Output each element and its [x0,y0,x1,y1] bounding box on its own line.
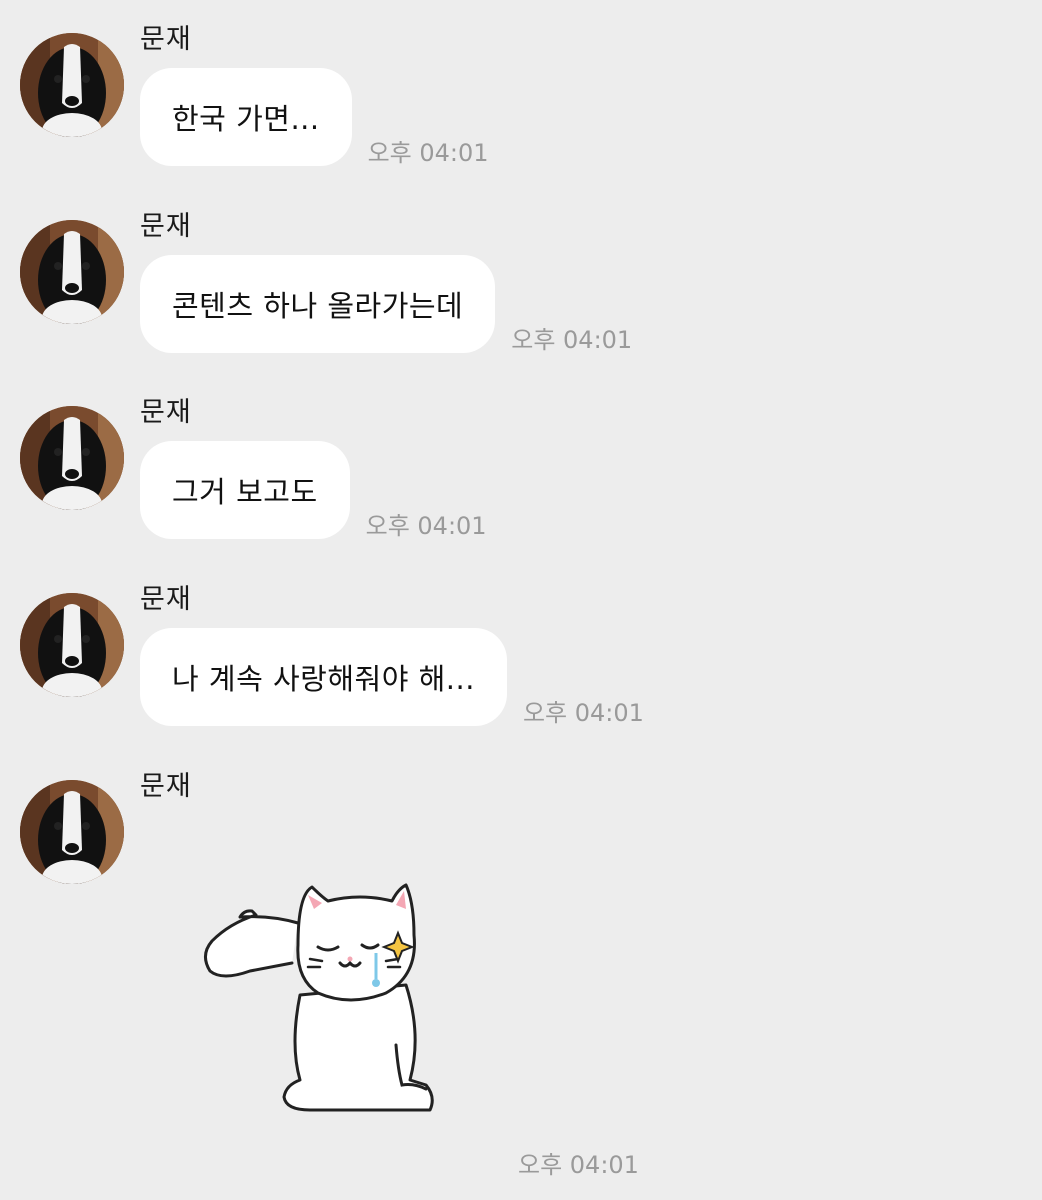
bubble-row: 한국 가면... 오후 04:01 [140,68,489,166]
message-bubble[interactable]: 한국 가면... [140,68,352,166]
message-item: 문재 한국 가면... 오후 04:01 [0,25,1042,185]
avatar[interactable] [20,33,124,137]
sticker-message-item: 문재 [0,772,1042,1192]
sender-name: 문재 [140,211,192,242]
avatar[interactable] [20,220,124,324]
avatar[interactable] [20,780,124,884]
white-cat-sticker-icon [204,883,434,1112]
message-bubble[interactable]: 콘텐츠 하나 올라가는데 [140,255,496,353]
avatar[interactable] [20,593,124,697]
dog-avatar-image [20,593,124,697]
dog-avatar-image [20,780,124,884]
sender-name: 문재 [140,397,192,428]
message-item: 문재 그거 보고도 오후 04:01 [0,398,1042,558]
message-timestamp: 오후 04:01 [511,326,633,354]
dog-avatar-image [20,220,124,324]
message-timestamp: 오후 04:01 [367,139,489,167]
bubble-row: 나 계속 사랑해줘야 해... 오후 04:01 [140,628,644,726]
message-item: 문재 나 계속 사랑해줘야 해... 오후 04:01 [0,585,1042,745]
message-timestamp: 오후 04:01 [522,699,644,727]
message-timestamp: 오후 04:01 [518,1151,639,1179]
sender-name: 문재 [140,24,192,55]
cat-sticker[interactable] [200,875,440,1120]
dog-avatar-image [20,33,124,137]
sender-name: 문재 [140,771,192,802]
message-bubble[interactable]: 나 계속 사랑해줘야 해... [140,628,507,726]
message-item: 문재 콘텐츠 하나 올라가는데 오후 04:01 [0,212,1042,372]
bubble-row: 그거 보고도 오후 04:01 [140,441,487,539]
message-bubble[interactable]: 그거 보고도 [140,441,350,539]
message-timestamp: 오후 04:01 [365,512,487,540]
bubble-row: 콘텐츠 하나 올라가는데 오후 04:01 [140,255,632,353]
dog-avatar-image [20,406,124,510]
sender-name: 문재 [140,584,192,615]
avatar[interactable] [20,406,124,510]
chat-message-list: 문재 한국 가면... 오후 04:01 문재 콘텐츠 하나 올라가는데 오후 … [0,0,1042,1200]
